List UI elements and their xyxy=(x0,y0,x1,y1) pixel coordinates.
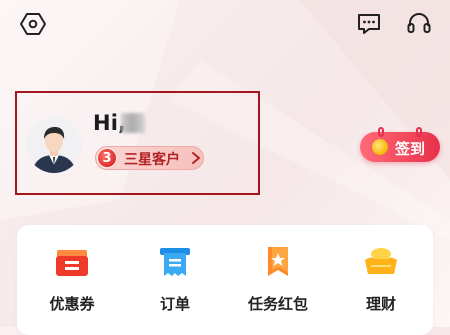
menu-item-coupon[interactable]: 优惠券 xyxy=(32,244,112,324)
coin-icon xyxy=(372,139,388,155)
headset-icon[interactable] xyxy=(405,10,433,38)
chevron-right-icon xyxy=(192,152,200,164)
gold-ingot-icon xyxy=(365,248,397,274)
menu-label: 优惠券 xyxy=(49,295,95,313)
order-receipt-icon xyxy=(160,248,190,276)
signin-label: 签到 xyxy=(395,140,426,158)
task-redpacket-icon xyxy=(268,247,288,276)
menu-item-task-redpacket[interactable]: 任务红包 xyxy=(238,244,318,324)
coupon-icon xyxy=(56,250,88,276)
settings-icon[interactable] xyxy=(19,10,47,38)
calendar-ring-right xyxy=(416,127,422,137)
masked-username xyxy=(121,113,145,133)
menu-label: 理财 xyxy=(365,295,396,313)
menu-item-finance[interactable]: 理财 xyxy=(341,244,421,324)
level-star-icon: 3 xyxy=(96,147,118,169)
menu-label: 任务红包 xyxy=(247,295,308,313)
avatar[interactable] xyxy=(26,117,82,173)
menu-label: 订单 xyxy=(159,295,190,313)
calendar-ring-left xyxy=(378,127,384,137)
menu-item-order[interactable]: 订单 xyxy=(135,244,215,324)
level-label: 三星客户 xyxy=(124,152,180,168)
signin-button[interactable]: 签到 xyxy=(360,127,440,162)
message-icon[interactable] xyxy=(355,10,383,38)
